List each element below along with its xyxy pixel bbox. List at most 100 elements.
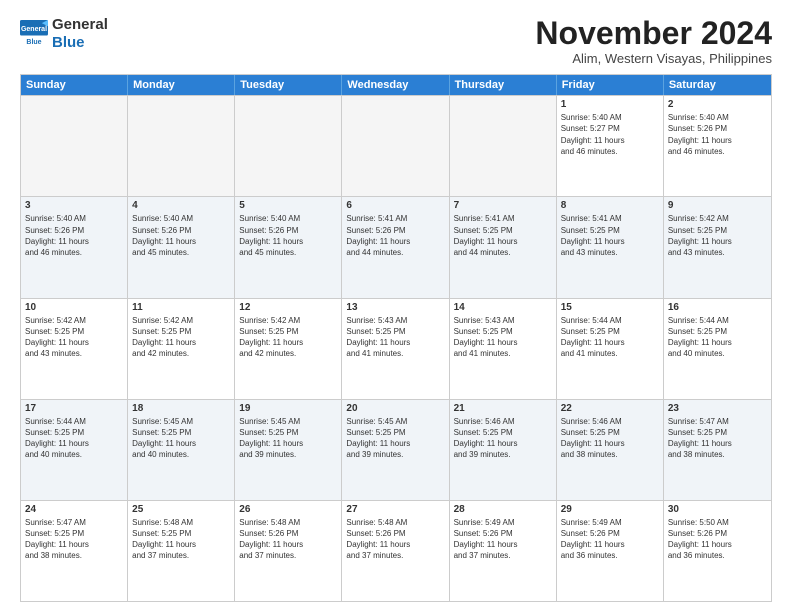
logo: General Blue General Blue <box>20 16 108 52</box>
day-cell-8: 8Sunrise: 5:41 AM Sunset: 5:25 PM Daylig… <box>557 197 664 297</box>
day-info: Sunrise: 5:46 AM Sunset: 5:25 PM Dayligh… <box>454 416 552 461</box>
day-number: 9 <box>668 200 767 211</box>
day-info: Sunrise: 5:42 AM Sunset: 5:25 PM Dayligh… <box>132 315 230 360</box>
day-number: 12 <box>239 302 337 313</box>
day-number: 13 <box>346 302 444 313</box>
day-number: 6 <box>346 200 444 211</box>
day-number: 3 <box>25 200 123 211</box>
day-info: Sunrise: 5:49 AM Sunset: 5:26 PM Dayligh… <box>454 517 552 562</box>
day-cell-21: 21 Sunrise: 5:46 AM Sunset: 5:25 PM Dayli… <box>450 400 557 500</box>
day-cell-12: 12 Sunrise: 5:42 AM Sunset: 5:25 PM Dayli… <box>235 299 342 399</box>
day-number: 18 <box>132 403 230 414</box>
header: General Blue General Blue November 2024 … <box>20 16 772 66</box>
day-number: 24 <box>25 504 123 515</box>
day-cell-23: 23Sunrise: 5:47 AM Sunset: 5:25 PM Dayli… <box>664 400 771 500</box>
day-number: 7 <box>454 200 552 211</box>
day-cell-11: 11 Sunrise: 5:42 AM Sunset: 5:25 PM Dayli… <box>128 299 235 399</box>
day-cell-4: 4Sunrise: 5:40 AM Sunset: 5:26 PM Daylig… <box>128 197 235 297</box>
empty-cell <box>128 96 235 196</box>
day-cell-30: 30 Sunrise: 5:50 AM Sunset: 5:26 PM Dayli… <box>664 501 771 601</box>
day-info: Sunrise: 5:40 AM Sunset: 5:26 PM Dayligh… <box>132 213 230 258</box>
day-cell-3: 3 Sunrise: 5:40 AM Sunset: 5:26 PM Daylig… <box>21 197 128 297</box>
day-number: 21 <box>454 403 552 414</box>
day-info: Sunrise: 5:44 AM Sunset: 5:25 PM Dayligh… <box>668 315 767 360</box>
day-number: 26 <box>239 504 337 515</box>
day-cell-17: 17 Sunrise: 5:44 AM Sunset: 5:25 PM Dayli… <box>21 400 128 500</box>
day-cell-9: 9Sunrise: 5:42 AM Sunset: 5:25 PM Daylig… <box>664 197 771 297</box>
day-info: Sunrise: 5:49 AM Sunset: 5:26 PM Dayligh… <box>561 517 659 562</box>
logo-blue: Blue <box>52 34 108 52</box>
day-number: 2 <box>668 99 767 110</box>
day-number: 22 <box>561 403 659 414</box>
day-info: Sunrise: 5:40 AM Sunset: 5:27 PM Dayligh… <box>561 112 659 157</box>
day-info: Sunrise: 5:42 AM Sunset: 5:25 PM Dayligh… <box>25 315 123 360</box>
day-cell-28: 28Sunrise: 5:49 AM Sunset: 5:26 PM Dayli… <box>450 501 557 601</box>
header-day-friday: Friday <box>557 75 664 95</box>
calendar-row-2: 3 Sunrise: 5:40 AM Sunset: 5:26 PM Daylig… <box>21 196 771 297</box>
day-info: Sunrise: 5:40 AM Sunset: 5:26 PM Dayligh… <box>25 213 123 258</box>
day-number: 10 <box>25 302 123 313</box>
day-info: Sunrise: 5:45 AM Sunset: 5:25 PM Dayligh… <box>346 416 444 461</box>
day-info: Sunrise: 5:45 AM Sunset: 5:25 PM Dayligh… <box>132 416 230 461</box>
day-info: Sunrise: 5:46 AM Sunset: 5:25 PM Dayligh… <box>561 416 659 461</box>
day-number: 20 <box>346 403 444 414</box>
calendar-row-3: 10 Sunrise: 5:42 AM Sunset: 5:25 PM Dayli… <box>21 298 771 399</box>
calendar-row-1: 1Sunrise: 5:40 AM Sunset: 5:27 PM Daylig… <box>21 95 771 196</box>
day-cell-27: 27 Sunrise: 5:48 AM Sunset: 5:26 PM Dayli… <box>342 501 449 601</box>
day-info: Sunrise: 5:42 AM Sunset: 5:25 PM Dayligh… <box>239 315 337 360</box>
header-day-thursday: Thursday <box>450 75 557 95</box>
day-cell-29: 29Sunrise: 5:49 AM Sunset: 5:26 PM Dayli… <box>557 501 664 601</box>
day-cell-10: 10 Sunrise: 5:42 AM Sunset: 5:25 PM Dayli… <box>21 299 128 399</box>
day-cell-13: 13Sunrise: 5:43 AM Sunset: 5:25 PM Dayli… <box>342 299 449 399</box>
calendar-row-4: 17 Sunrise: 5:44 AM Sunset: 5:25 PM Dayli… <box>21 399 771 500</box>
day-info: Sunrise: 5:40 AM Sunset: 5:26 PM Dayligh… <box>668 112 767 157</box>
day-cell-26: 26 Sunrise: 5:48 AM Sunset: 5:26 PM Dayli… <box>235 501 342 601</box>
header-day-sunday: Sunday <box>21 75 128 95</box>
day-info: Sunrise: 5:48 AM Sunset: 5:26 PM Dayligh… <box>239 517 337 562</box>
empty-cell <box>235 96 342 196</box>
day-cell-2: 2 Sunrise: 5:40 AM Sunset: 5:26 PM Daylig… <box>664 96 771 196</box>
day-info: Sunrise: 5:43 AM Sunset: 5:25 PM Dayligh… <box>454 315 552 360</box>
month-title: November 2024 <box>535 16 772 51</box>
day-number: 19 <box>239 403 337 414</box>
day-info: Sunrise: 5:48 AM Sunset: 5:25 PM Dayligh… <box>132 517 230 562</box>
day-number: 15 <box>561 302 659 313</box>
day-cell-24: 24 Sunrise: 5:47 AM Sunset: 5:25 PM Dayli… <box>21 501 128 601</box>
header-day-wednesday: Wednesday <box>342 75 449 95</box>
page: General Blue General Blue November 2024 … <box>0 0 792 612</box>
day-cell-15: 15Sunrise: 5:44 AM Sunset: 5:25 PM Dayli… <box>557 299 664 399</box>
day-number: 11 <box>132 302 230 313</box>
logo-general: General <box>52 16 108 34</box>
day-cell-5: 5Sunrise: 5:40 AM Sunset: 5:26 PM Daylig… <box>235 197 342 297</box>
header-day-monday: Monday <box>128 75 235 95</box>
title-section: November 2024 Alim, Western Visayas, Phi… <box>535 16 772 66</box>
calendar-row-5: 24 Sunrise: 5:47 AM Sunset: 5:25 PM Dayli… <box>21 500 771 601</box>
day-number: 25 <box>132 504 230 515</box>
day-cell-6: 6 Sunrise: 5:41 AM Sunset: 5:26 PM Daylig… <box>342 197 449 297</box>
day-info: Sunrise: 5:44 AM Sunset: 5:25 PM Dayligh… <box>25 416 123 461</box>
empty-cell <box>21 96 128 196</box>
empty-cell <box>450 96 557 196</box>
day-info: Sunrise: 5:40 AM Sunset: 5:26 PM Dayligh… <box>239 213 337 258</box>
day-cell-7: 7 Sunrise: 5:41 AM Sunset: 5:25 PM Daylig… <box>450 197 557 297</box>
logo-text: General Blue <box>52 16 108 52</box>
calendar-body: 1Sunrise: 5:40 AM Sunset: 5:27 PM Daylig… <box>21 95 771 601</box>
day-number: 17 <box>25 403 123 414</box>
day-number: 27 <box>346 504 444 515</box>
day-info: Sunrise: 5:50 AM Sunset: 5:26 PM Dayligh… <box>668 517 767 562</box>
day-cell-22: 22 Sunrise: 5:46 AM Sunset: 5:25 PM Dayli… <box>557 400 664 500</box>
day-number: 8 <box>561 200 659 211</box>
day-cell-1: 1Sunrise: 5:40 AM Sunset: 5:27 PM Daylig… <box>557 96 664 196</box>
day-number: 14 <box>454 302 552 313</box>
header-day-tuesday: Tuesday <box>235 75 342 95</box>
header-day-saturday: Saturday <box>664 75 771 95</box>
day-info: Sunrise: 5:41 AM Sunset: 5:25 PM Dayligh… <box>454 213 552 258</box>
day-cell-25: 25 Sunrise: 5:48 AM Sunset: 5:25 PM Dayli… <box>128 501 235 601</box>
day-number: 30 <box>668 504 767 515</box>
day-cell-16: 16Sunrise: 5:44 AM Sunset: 5:25 PM Dayli… <box>664 299 771 399</box>
day-cell-20: 20 Sunrise: 5:45 AM Sunset: 5:25 PM Dayli… <box>342 400 449 500</box>
day-info: Sunrise: 5:47 AM Sunset: 5:25 PM Dayligh… <box>25 517 123 562</box>
day-info: Sunrise: 5:48 AM Sunset: 5:26 PM Dayligh… <box>346 517 444 562</box>
day-info: Sunrise: 5:41 AM Sunset: 5:26 PM Dayligh… <box>346 213 444 258</box>
day-info: Sunrise: 5:47 AM Sunset: 5:25 PM Dayligh… <box>668 416 767 461</box>
